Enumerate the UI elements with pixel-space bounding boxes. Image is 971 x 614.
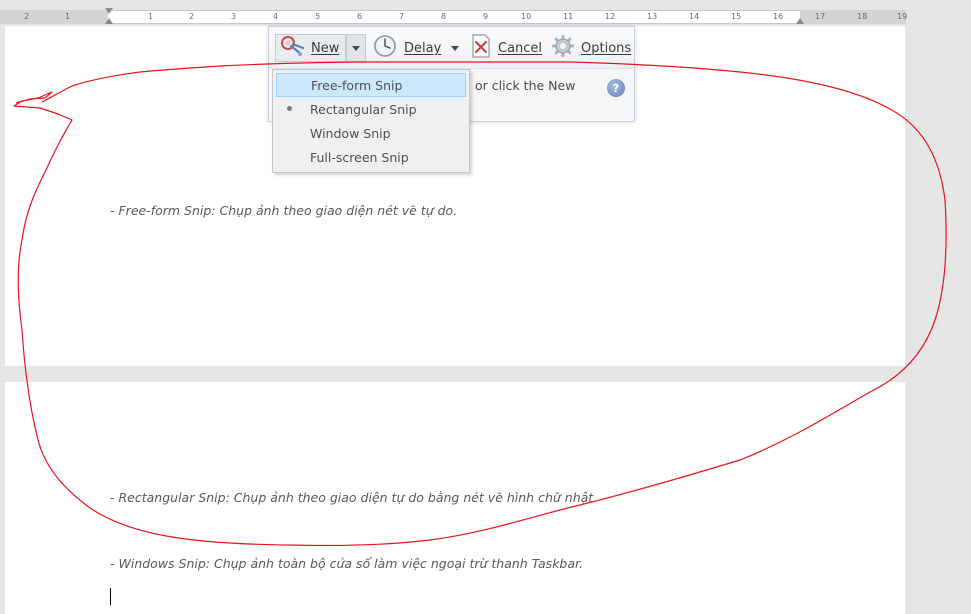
cancel-button[interactable]: Cancel <box>470 34 542 62</box>
ruler-tick-label: 6 <box>357 12 363 21</box>
right-indent-marker[interactable] <box>796 18 804 24</box>
ruler-tick-label: 13 <box>647 12 658 21</box>
ruler-tick-label: 3 <box>231 12 237 21</box>
menu-item-window-snip[interactable]: Window Snip <box>276 121 466 145</box>
options-button-label: Options <box>581 40 632 56</box>
ruler-tick-label: 1 <box>148 12 154 21</box>
ruler-tick-label: 19 <box>897 12 908 21</box>
doc-line-freeform: - Free-form Snip: Chụp ảnh theo giao diệ… <box>110 203 458 218</box>
ruler-tick-label: 9 <box>483 12 489 21</box>
ruler-tick-label: 7 <box>399 12 405 21</box>
chevron-down-icon <box>451 45 459 51</box>
snipping-toolbar: New Delay Cancel Options <box>269 27 634 69</box>
menu-item-label: Rectangular Snip <box>310 101 417 117</box>
new-snip-button[interactable]: New <box>279 34 339 62</box>
ruler-tick-label: 2 <box>24 12 30 21</box>
help-icon[interactable]: ? <box>607 79 625 97</box>
clock-icon <box>372 34 404 62</box>
first-line-indent-marker[interactable] <box>105 8 113 14</box>
ruler-tick-label: 5 <box>315 12 321 21</box>
new-mode-dropdown-button[interactable] <box>346 34 366 62</box>
options-button[interactable]: Options <box>551 34 631 62</box>
menu-item-label: Window Snip <box>310 125 391 141</box>
menu-item-free-form-snip[interactable]: Free-form Snip <box>276 73 466 97</box>
menu-item-full-screen-snip[interactable]: Full-screen Snip <box>276 145 466 169</box>
hanging-indent-marker[interactable] <box>105 18 113 24</box>
ruler-tick-label: 1 <box>65 12 71 21</box>
doc-line-windows: - Windows Snip: Chụp ảnh toàn bộ cửa sổ … <box>110 556 583 571</box>
ruler-tick-label: 4 <box>273 12 279 21</box>
chevron-down-icon <box>352 45 360 51</box>
ruler-end <box>906 10 971 24</box>
ruler-tick-label: 18 <box>857 12 868 21</box>
ruler-tick-label: 14 <box>689 12 700 21</box>
ruler-tick-label: 11 <box>563 12 574 21</box>
menu-item-label: Full-screen Snip <box>310 149 409 165</box>
ruler-left-margin <box>0 10 108 24</box>
menu-item-label: Free-form Snip <box>311 77 403 93</box>
ruler-tick-label: 8 <box>441 12 447 21</box>
ruler-tick-label: 2 <box>189 12 195 21</box>
menu-item-rectangular-snip[interactable]: Rectangular Snip <box>276 97 466 121</box>
gear-icon <box>551 34 581 62</box>
cancel-icon <box>470 33 498 63</box>
snip-instruction-text: or click the New <box>475 78 576 93</box>
ruler-bar <box>0 10 906 24</box>
ruler-tick-label: 17 <box>815 12 826 21</box>
delay-button[interactable]: Delay <box>372 34 441 62</box>
snip-mode-menu: Free-form Snip Rectangular Snip Window S… <box>272 69 470 173</box>
doc-line-rectangular: - Rectangular Snip: Chụp ảnh theo giao d… <box>110 490 598 505</box>
ruler-tick-label: 10 <box>521 12 532 21</box>
text-cursor <box>110 588 111 605</box>
selected-bullet-icon <box>287 106 292 111</box>
cancel-button-label: Cancel <box>498 40 543 56</box>
horizontal-ruler[interactable]: 2 1 1 2 3 4 5 6 7 8 9 10 11 12 13 14 15 … <box>0 0 971 26</box>
scissors-icon <box>279 34 311 62</box>
delay-dropdown-button[interactable] <box>445 34 465 62</box>
ruler-tick-label: 15 <box>731 12 742 21</box>
new-button-label: New <box>311 40 340 56</box>
ruler-tick-label: 12 <box>605 12 616 21</box>
delay-button-label: Delay <box>404 40 442 56</box>
ruler-tick-label: 16 <box>773 12 784 21</box>
